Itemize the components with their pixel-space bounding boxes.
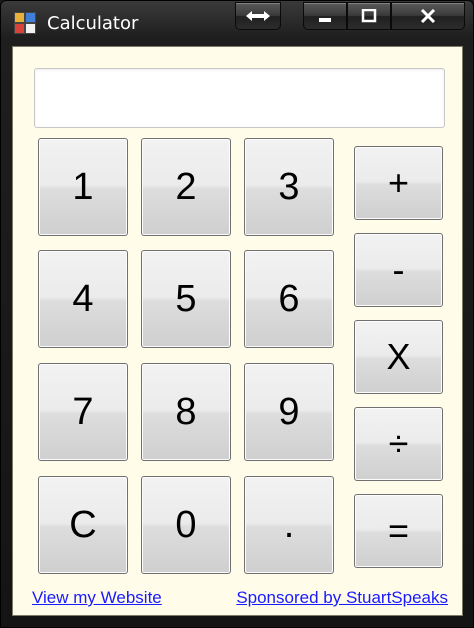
digit-7-button[interactable]: 7	[38, 363, 128, 461]
minimize-icon	[319, 18, 331, 22]
digit-3-button[interactable]: 3	[244, 138, 334, 236]
calculator-app-icon[interactable]	[14, 12, 36, 34]
maximize-icon	[361, 9, 377, 23]
add-button[interactable]: +	[354, 146, 443, 220]
digit-1-button[interactable]: 1	[38, 138, 128, 236]
view-website-link[interactable]: View my Website	[32, 588, 162, 608]
digit-8-button[interactable]: 8	[141, 363, 231, 461]
digit-6-button[interactable]: 6	[244, 250, 334, 348]
resize-button[interactable]	[235, 2, 281, 30]
clear-button[interactable]: C	[38, 476, 128, 574]
divide-button[interactable]: ÷	[354, 407, 443, 481]
window-title: Calculator	[47, 13, 139, 34]
maximize-button[interactable]	[347, 2, 391, 30]
digit-4-button[interactable]: 4	[38, 250, 128, 348]
equals-button[interactable]: =	[354, 494, 443, 568]
digit-5-button[interactable]: 5	[141, 250, 231, 348]
digit-2-button[interactable]: 2	[141, 138, 231, 236]
display-field[interactable]	[34, 68, 445, 128]
subtract-button[interactable]: -	[354, 233, 443, 307]
minimize-button[interactable]	[303, 2, 347, 30]
decimal-point-button[interactable]: .	[244, 476, 334, 574]
resize-icon	[246, 11, 270, 21]
digit-9-button[interactable]: 9	[244, 363, 334, 461]
calculator-body: 1 2 3 4 5 6 7 8 9 C 0 . + - X ÷ = View m…	[12, 46, 463, 616]
title-bar[interactable]: Calculator	[1, 1, 473, 45]
digit-0-button[interactable]: 0	[141, 476, 231, 574]
close-button[interactable]	[391, 2, 465, 30]
calculator-window: Calculator 1 2 3 4 5 6 7 8 9 C 0 . + - X…	[0, 0, 474, 628]
sponsor-link[interactable]: Sponsored by StuartSpeaks	[236, 588, 448, 608]
multiply-button[interactable]: X	[354, 320, 443, 394]
close-icon	[420, 9, 436, 23]
